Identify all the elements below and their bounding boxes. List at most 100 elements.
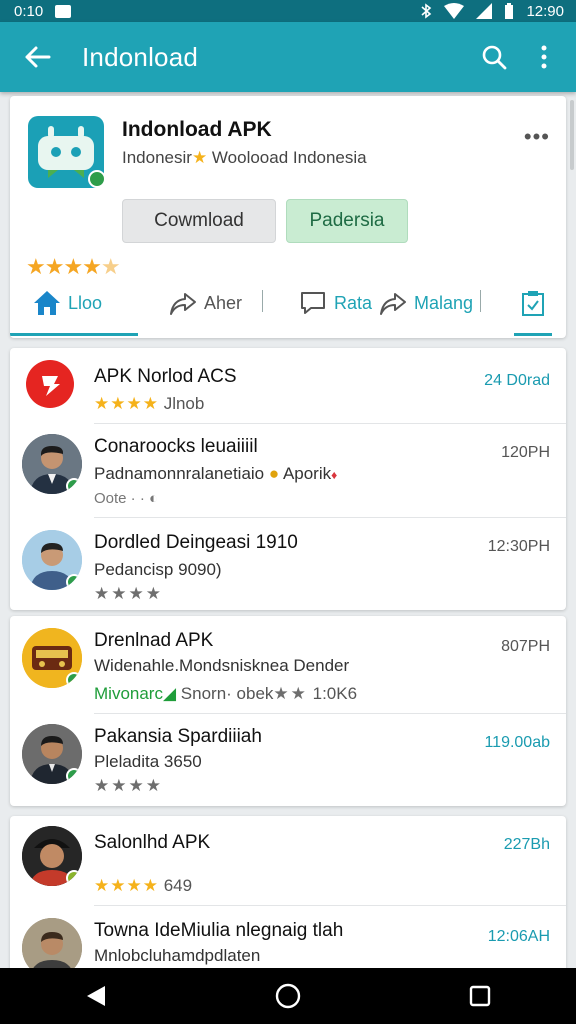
avatar bbox=[22, 434, 82, 494]
tab-lang[interactable]: Malang bbox=[378, 286, 473, 320]
list-item[interactable]: Drenlnad APK Widenahle.Mondsnisknea Dend… bbox=[10, 616, 566, 714]
item-subtitle: Pleladita 3650 bbox=[94, 752, 202, 771]
notification-icon bbox=[55, 4, 72, 18]
nav-home-button[interactable] bbox=[258, 968, 318, 1024]
back-button[interactable] bbox=[20, 40, 54, 74]
item-time: 807PH bbox=[501, 638, 550, 655]
star-rating: ★★★★ bbox=[94, 584, 163, 603]
item-subtitle-text: Padnamonnralanetiaio bbox=[94, 464, 265, 483]
nav-recents-icon bbox=[469, 985, 491, 1007]
pin-icon: ♦ bbox=[331, 468, 338, 482]
tab-rate-label: Rata bbox=[334, 292, 373, 313]
item-meta: ★★★★ Jlnob bbox=[94, 394, 204, 414]
overflow-menu-button[interactable] bbox=[526, 39, 562, 75]
item-time: 12:30PH bbox=[487, 538, 550, 555]
item-meta-text: 649 bbox=[163, 876, 193, 895]
rating-stars-full: ★★★★ bbox=[26, 254, 102, 279]
tab-clipboard[interactable] bbox=[518, 286, 548, 320]
rating-star-half: ★ bbox=[100, 254, 121, 279]
secondary-button[interactable]: Padersia bbox=[286, 199, 408, 243]
item-subtitle: Padnamonnralanetiaio ● Aporik♦ bbox=[94, 464, 337, 484]
item-title: Towna IdeMiulia nlegnaig tlah bbox=[94, 920, 344, 941]
avatar bbox=[26, 360, 74, 408]
tab-indicator-active bbox=[10, 333, 138, 336]
app-bar: Indonload bbox=[0, 22, 576, 92]
page-title: Indonload bbox=[82, 41, 199, 72]
tab-share[interactable]: Aher bbox=[168, 286, 242, 320]
verified-badge bbox=[66, 478, 82, 494]
tab-divider bbox=[262, 290, 263, 312]
item-meta-text: Snorn· obek bbox=[180, 684, 274, 703]
more-horiz-icon[interactable]: ••• bbox=[524, 124, 550, 150]
verified-badge bbox=[66, 672, 82, 688]
list-card: Drenlnad APK Widenahle.Mondsnisknea Dend… bbox=[10, 616, 566, 806]
app-subtitle: Indonesir★ Woolooad Indonesia bbox=[122, 148, 367, 168]
item-subtitle: Widenahle.Mondsnisknea Dender bbox=[94, 656, 350, 675]
item-title: APK Norlod ACS bbox=[94, 366, 237, 387]
verified-badge bbox=[66, 574, 82, 590]
item-title: Dordled Deingeasi 1910 bbox=[94, 532, 298, 553]
nav-back-button[interactable] bbox=[66, 968, 126, 1024]
audio-icon: ◐ bbox=[149, 490, 159, 507]
system-nav-bar bbox=[0, 968, 576, 1024]
item-subtitle-extra: Aporik bbox=[282, 464, 332, 483]
verified-badge bbox=[88, 170, 106, 188]
app-subtitle-right: Woolooad Indonesia bbox=[211, 148, 367, 167]
item-title: Drenlnad APK bbox=[94, 630, 214, 651]
search-button[interactable] bbox=[476, 39, 512, 75]
tab-bar: Lloo Aher Rata Malang bbox=[10, 278, 566, 338]
tab-home-label: Lloo bbox=[68, 292, 103, 313]
chat-icon bbox=[301, 292, 325, 314]
list-card: Salonlhd APK ★★★★ 649 227Bh Towna IdeMiu… bbox=[10, 816, 566, 976]
star-rating: ★★★★ bbox=[94, 394, 159, 413]
list-item[interactable]: Salonlhd APK ★★★★ 649 227Bh bbox=[10, 816, 566, 906]
status-bar: 0:10 12:90 bbox=[0, 0, 576, 22]
nav-home-icon bbox=[275, 983, 301, 1009]
tab-home[interactable]: Lloo bbox=[32, 286, 102, 320]
item-title: Conaroocks leuaiiiil bbox=[94, 436, 258, 457]
list-item[interactable]: Dordled Deingeasi 1910 Pedancisp 9090) ★… bbox=[10, 518, 566, 610]
tab-lang-label: Malang bbox=[414, 292, 474, 313]
item-time: 12:06AH bbox=[487, 928, 550, 945]
list-item[interactable]: Towna IdeMiulia nlegnaig tlah Mnlobcluha… bbox=[10, 906, 566, 976]
forward-icon bbox=[380, 293, 406, 315]
item-meta: Mivonarc◢ Snorn· obek★★ 1:0K6 bbox=[94, 684, 357, 704]
star-rating: ★★★★ bbox=[94, 876, 159, 895]
avatar bbox=[22, 628, 82, 688]
verified-badge bbox=[66, 870, 82, 886]
scrollbar[interactable] bbox=[570, 100, 574, 170]
trend-icon: ◢ bbox=[162, 684, 177, 703]
tab-indicator bbox=[514, 333, 552, 336]
item-subtitle: Pedancisp 9090) bbox=[94, 560, 222, 579]
app-icon[interactable] bbox=[28, 116, 106, 188]
list-item[interactable]: APK Norlod ACS ★★★★ Jlnob 24 D0rad bbox=[10, 348, 566, 424]
app-name: Indonload APK bbox=[122, 118, 272, 141]
bluetooth-icon bbox=[421, 3, 432, 19]
nav-back-icon bbox=[87, 986, 105, 1006]
item-meta-text: Oote · · bbox=[94, 490, 145, 507]
item-meta-text: Jlnob bbox=[163, 394, 205, 413]
avatar bbox=[22, 530, 82, 590]
status-time: 0:10 bbox=[14, 2, 44, 20]
tab-share-label: Aher bbox=[204, 292, 243, 313]
emoji-icon: ● bbox=[268, 464, 280, 483]
nav-recents-button[interactable] bbox=[450, 968, 510, 1024]
item-time: 24 D0rad bbox=[484, 372, 550, 389]
avatar bbox=[22, 724, 82, 784]
more-vert-icon bbox=[541, 45, 547, 69]
tab-rate[interactable]: Rata bbox=[298, 286, 372, 320]
search-icon bbox=[482, 45, 507, 70]
app-logo-icon bbox=[42, 376, 60, 396]
item-meta: ★★★★ bbox=[94, 776, 163, 796]
list-item[interactable]: Conaroocks leuaiiiil Padnamonnralanetiai… bbox=[10, 424, 566, 518]
download-button[interactable]: Cowmload bbox=[122, 199, 276, 243]
signal-icon bbox=[476, 3, 493, 19]
star-rating: ★★ bbox=[273, 684, 308, 703]
list-card: APK Norlod ACS ★★★★ Jlnob 24 D0rad Conar… bbox=[10, 348, 566, 610]
list-item[interactable]: Pakansia Spardiiiah Pleladita 3650 ★★★★ … bbox=[10, 714, 566, 806]
item-time: 120PH bbox=[501, 444, 550, 461]
home-icon bbox=[34, 291, 60, 315]
clipboard-icon bbox=[522, 291, 544, 316]
item-time: 227Bh bbox=[503, 836, 550, 853]
item-meta-green: Mivonarc bbox=[94, 684, 163, 703]
